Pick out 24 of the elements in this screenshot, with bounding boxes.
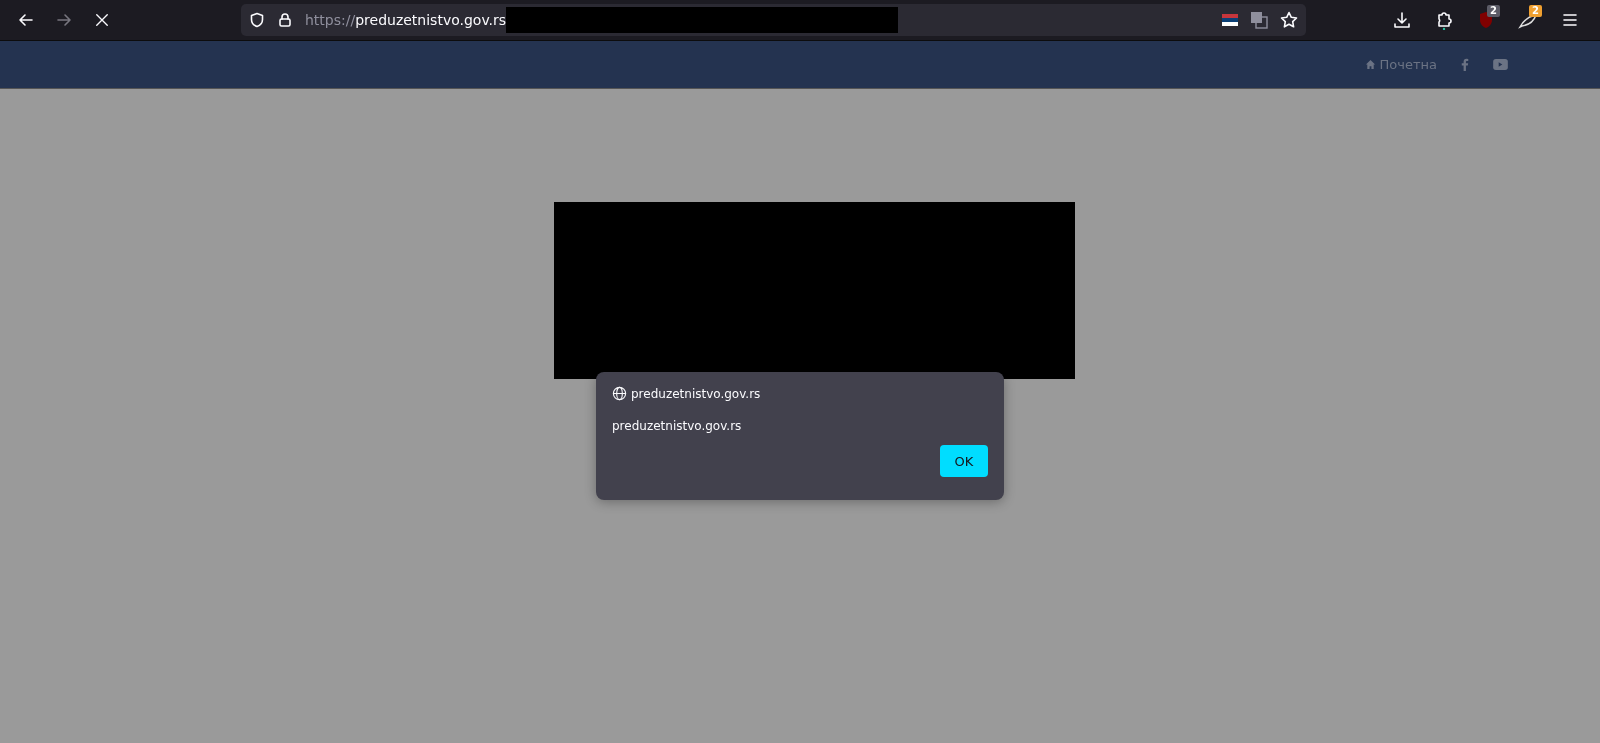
notification-badge: 2 bbox=[1529, 5, 1542, 17]
translate-icon[interactable] bbox=[1250, 11, 1268, 29]
globe-icon bbox=[612, 386, 627, 401]
extension-button[interactable]: 2 bbox=[1472, 6, 1500, 34]
forward-arrow-icon bbox=[56, 12, 72, 28]
home-icon bbox=[1364, 59, 1376, 70]
video-play-icon[interactable] bbox=[1493, 59, 1508, 70]
home-link-text: Почетна bbox=[1379, 57, 1437, 72]
ok-button[interactable]: OK bbox=[940, 445, 988, 477]
star-icon[interactable] bbox=[1280, 11, 1298, 29]
lock-icon bbox=[277, 12, 293, 28]
menu-icon bbox=[1562, 12, 1578, 28]
puzzle-icon bbox=[1435, 10, 1453, 30]
address-bar[interactable]: https://preduzetnistvo.gov.rs bbox=[241, 4, 1306, 36]
flag-icon[interactable] bbox=[1222, 14, 1238, 26]
facebook-icon[interactable] bbox=[1461, 58, 1469, 71]
download-icon bbox=[1393, 11, 1411, 29]
dialog-message: preduzetnistvo.gov.rs bbox=[612, 419, 743, 433]
notification-badge: 2 bbox=[1487, 5, 1500, 17]
url-text: https://preduzetnistvo.gov.rs bbox=[305, 12, 507, 28]
shield-icon bbox=[249, 12, 265, 28]
dialog-origin: preduzetnistvo.gov.rs bbox=[631, 386, 761, 401]
back-arrow-icon bbox=[18, 12, 34, 28]
close-icon bbox=[95, 13, 109, 27]
